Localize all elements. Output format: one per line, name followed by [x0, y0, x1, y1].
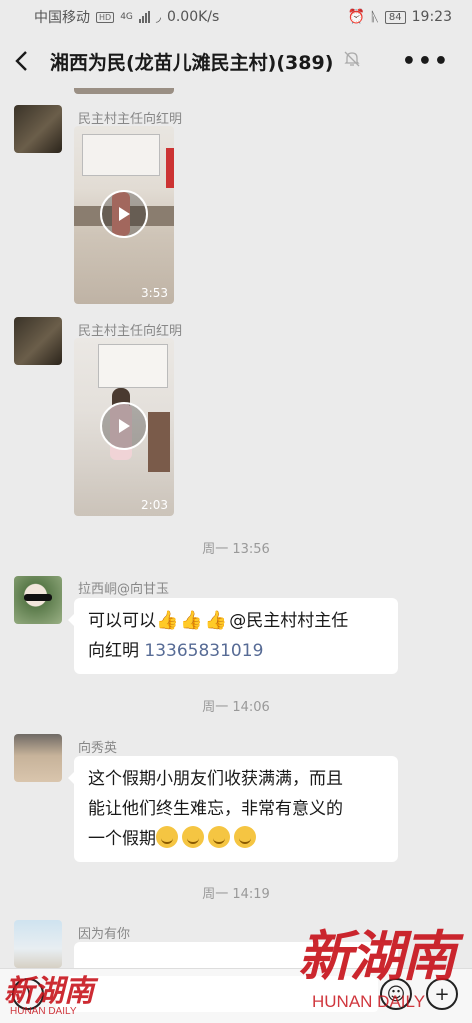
- video-duration: 3:53: [141, 286, 168, 300]
- battery-icon: 84: [384, 10, 406, 24]
- whiteboard: [82, 134, 160, 176]
- sender-name: 向秀英: [78, 741, 118, 756]
- watermark-logo-small: 新湖南: [4, 974, 94, 1009]
- video-message[interactable]: 2:03: [74, 338, 174, 516]
- bluetooth-icon: ᚣ: [371, 9, 379, 25]
- sunglasses-detail: [24, 594, 52, 601]
- mention-text: @民主村村主任: [229, 611, 349, 631]
- signal-icon: [138, 11, 150, 23]
- chat-title: 湘西为民(龙苗儿滩民主村)(389): [50, 51, 334, 74]
- message-text: 可以可以: [88, 611, 156, 631]
- play-icon[interactable]: [100, 402, 148, 450]
- watermark-subtitle: HUNAN DAILY: [312, 992, 426, 1011]
- alarm-icon: ⏰: [347, 9, 366, 25]
- chat-header: 湘西为民(龙苗儿滩民主村)(389) •••: [0, 34, 472, 88]
- sender-name: 民主村主任向红明: [78, 324, 183, 339]
- wifi-icon: ◞: [155, 9, 161, 25]
- chair: [148, 412, 170, 472]
- previous-message-edge: [74, 88, 174, 94]
- mute-icon: [343, 50, 361, 73]
- play-icon[interactable]: [100, 190, 148, 238]
- avatar[interactable]: [14, 576, 62, 624]
- video-duration: 2:03: [141, 498, 168, 512]
- thumbs-up-icon: 👍: [180, 610, 203, 631]
- thumbs-up-icon: 👍: [156, 610, 179, 631]
- sender-name: 民主村主任向红明: [78, 112, 183, 127]
- smile-icon: [156, 826, 178, 848]
- status-bar: 中国移动 HD 4G ◞ 0.00K/s ⏰ ᚣ 84 19:23: [0, 0, 472, 34]
- message-text: 一个假期: [88, 829, 156, 849]
- phone-link[interactable]: 13365831019: [144, 641, 263, 661]
- smile-icon: [182, 826, 204, 848]
- avatar[interactable]: [14, 105, 62, 153]
- watermark-logo: 新湖南: [298, 924, 456, 988]
- watermark-subtitle-small: HUNAN DAILY: [10, 1006, 77, 1017]
- avatar[interactable]: [14, 920, 62, 968]
- network-label: 4G: [120, 12, 133, 22]
- clock: 19:23: [411, 9, 452, 25]
- whiteboard: [98, 344, 168, 388]
- time-divider: 周一 14:19: [202, 887, 270, 902]
- video-message[interactable]: 3:53: [74, 126, 174, 304]
- message-text: 能让他们终生难忘，非常有意义的: [88, 799, 343, 819]
- carrier-label: 中国移动: [34, 10, 90, 26]
- smile-icon: [208, 826, 230, 848]
- sender-name: 因为有你: [78, 927, 131, 942]
- message-text: 这个假期小朋友们收获满满，而且: [88, 769, 343, 789]
- text-message[interactable]: 可以可以👍 👍 👍 @民主村村主任 向红明 13365831019: [68, 598, 398, 674]
- red-banner: [166, 148, 174, 188]
- smile-icon: [234, 826, 256, 848]
- text-message[interactable]: 这个假期小朋友们收获满满，而且 能让他们终生难忘，非常有意义的 一个假期: [68, 756, 398, 862]
- avatar[interactable]: [14, 734, 62, 782]
- message-text: 向红明: [88, 641, 145, 661]
- thumbs-up-icon: 👍: [204, 610, 228, 631]
- net-speed: 0.00K/s: [166, 9, 220, 25]
- sender-name: 拉西峒@向甘玉: [78, 582, 170, 597]
- avatar[interactable]: [14, 317, 62, 365]
- time-divider: 周一 13:56: [202, 542, 270, 557]
- time-divider: 周一 14:06: [202, 700, 270, 715]
- hd-badge: HD: [96, 11, 115, 23]
- back-icon[interactable]: [14, 50, 36, 72]
- more-icon[interactable]: •••: [402, 49, 458, 74]
